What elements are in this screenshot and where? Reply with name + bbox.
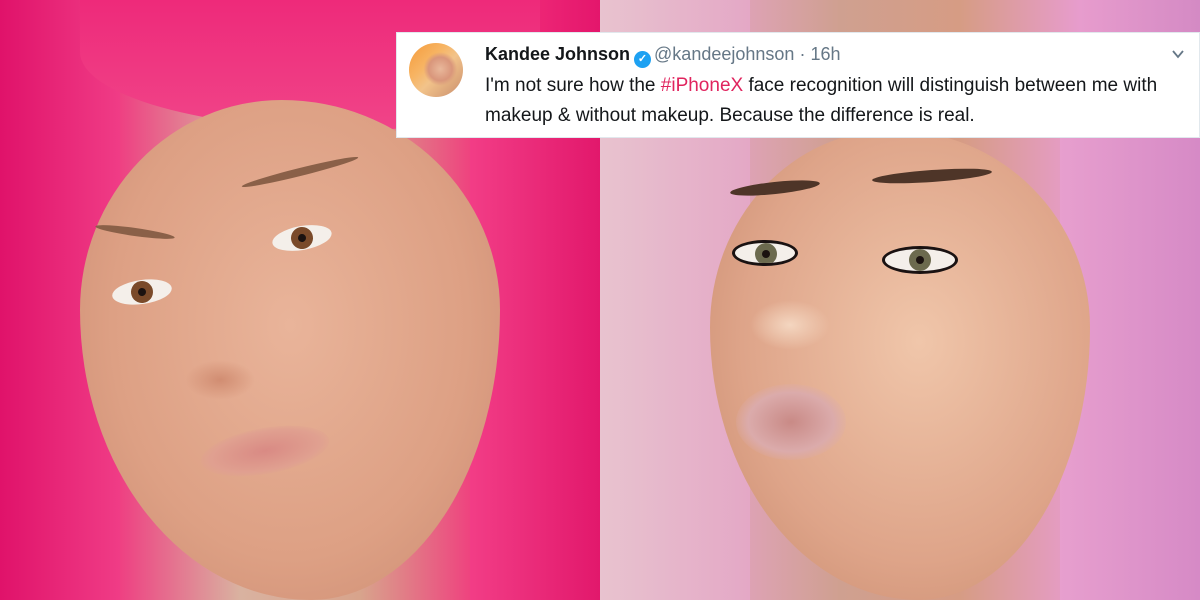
tweet-timestamp[interactable]: 16h [810, 44, 840, 64]
nose-right [750, 300, 830, 350]
nose-left [185, 360, 255, 400]
hashtag-link[interactable]: #iPhoneX [661, 75, 743, 96]
chevron-down-icon[interactable] [1171, 47, 1185, 61]
left-eye-makeup [732, 240, 798, 266]
tweet-header: Kandee Johnson ✓ @kandeejohnson · 16h [485, 41, 841, 68]
header-separator: · [799, 44, 806, 64]
profile-avatar[interactable] [409, 43, 463, 97]
tweet-text: I'm not sure how the #iPhoneX face recog… [485, 71, 1185, 131]
tweet-text-before: I'm not sure how the [485, 75, 661, 96]
author-handle[interactable]: @kandeejohnson [654, 44, 794, 64]
right-eye-makeup [882, 246, 958, 274]
face-right [710, 130, 1090, 600]
tweet-card[interactable]: Kandee Johnson ✓ @kandeejohnson · 16h I'm … [396, 32, 1200, 138]
verified-badge-icon: ✓ [634, 51, 652, 68]
lips-right [736, 384, 846, 460]
author-name[interactable]: Kandee Johnson [485, 44, 630, 64]
